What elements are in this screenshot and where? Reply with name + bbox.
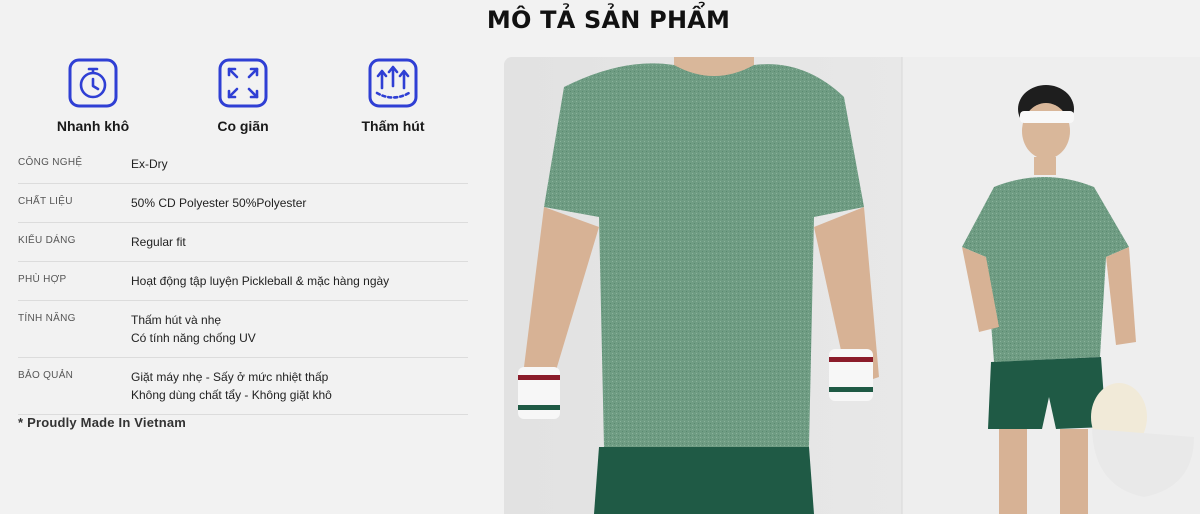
- spec-value: Thấm hút và nhẹ: [131, 313, 222, 327]
- page-title: MÔ TẢ SẢN PHẨM: [486, 6, 731, 34]
- spec-row-fit: KIỂU DÁNG Regular fit: [18, 223, 468, 262]
- spec-value: Giặt máy nhẹ - Sấy ở mức nhiệt thấp: [131, 370, 329, 384]
- spec-value: Ex-Dry: [131, 157, 168, 171]
- stopwatch-icon: [68, 58, 118, 108]
- feature-label: Nhanh khô: [56, 118, 130, 134]
- spec-table: CÔNG NGHỆ Ex-Dry CHẤT LIỆU 50% CD Polyes…: [18, 145, 468, 415]
- expand-arrows-icon: [218, 58, 268, 108]
- made-in-note: * Proudly Made In Vietnam: [18, 415, 187, 430]
- spec-key: CÔNG NGHỆ: [18, 157, 83, 168]
- spec-value: Hoạt động tập luyện Pickleball & mặc hàn…: [131, 274, 390, 288]
- spec-value: 50% CD Polyester 50%Polyester: [131, 196, 307, 210]
- upload-arrows-icon: [368, 58, 418, 108]
- feature-quick-dry: Nhanh khô: [18, 58, 168, 134]
- feature-label: Co giãn: [217, 118, 269, 134]
- spec-row-technology: CÔNG NGHỆ Ex-Dry: [18, 145, 468, 184]
- spec-key: PHÙ HỢP: [18, 274, 67, 285]
- feature-icons: Nhanh khô Co giãn Thấm hút: [18, 58, 468, 140]
- spec-row-suitable: PHÙ HỢP Hoạt động tập luyện Pickleball &…: [18, 262, 468, 301]
- feature-label: Thấm hút: [361, 118, 425, 134]
- feature-stretch: Co giãn: [168, 58, 318, 134]
- product-photo: [504, 57, 1200, 514]
- product-photo-illustration: [504, 57, 1200, 514]
- spec-row-material: CHẤT LIỆU 50% CD Polyester 50%Polyester: [18, 184, 468, 223]
- spec-row-care: BẢO QUẢN Giặt máy nhẹ - Sấy ở mức nhiệt …: [18, 358, 468, 415]
- spec-value: Có tính năng chống UV: [131, 331, 256, 345]
- spec-key: KIỂU DÁNG: [18, 235, 76, 246]
- spec-row-features: TÍNH NĂNG Thấm hút và nhẹ Có tính năng c…: [18, 301, 468, 358]
- spec-value: Không dùng chất tẩy - Không giặt khô: [131, 388, 332, 402]
- spec-key: TÍNH NĂNG: [18, 313, 76, 324]
- feature-absorb: Thấm hút: [318, 58, 468, 134]
- spec-value: Regular fit: [131, 235, 186, 249]
- spec-key: CHẤT LIỆU: [18, 196, 73, 207]
- spec-key: BẢO QUẢN: [18, 370, 74, 381]
